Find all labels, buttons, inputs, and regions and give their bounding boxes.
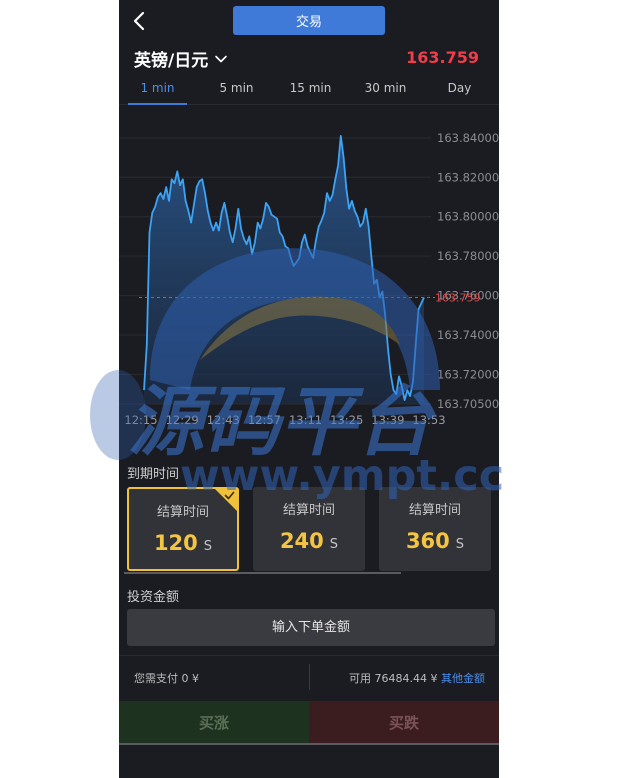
expiry-option-120[interactable]: 结算时间 120 S	[127, 487, 239, 571]
expiry-option-title: 结算时间	[282, 503, 335, 518]
timeframe-tabs: 1 min 5 min 15 min 30 min Day	[119, 78, 499, 105]
x-tick-label: 12:29	[166, 413, 199, 427]
divider	[119, 655, 499, 656]
expiry-option-360[interactable]: 结算时间 360 S	[379, 487, 491, 571]
current-price: 163.759	[406, 48, 479, 67]
currency-pair-label: 英镑/日元	[134, 51, 209, 71]
expiry-option-value: 120 S	[129, 531, 237, 555]
expiry-unit: S	[203, 539, 213, 554]
amount-label: 投资金额	[127, 590, 180, 605]
price-area	[144, 135, 424, 404]
need-pay-label: 您需支付	[134, 672, 178, 685]
y-tick-label: 163.78000	[437, 249, 499, 263]
available-value: 76484.44	[374, 672, 428, 685]
price-chart-svg: 163.84000 163.82000 163.80000 163.78000 163.…	[119, 131, 499, 427]
need-pay-currency: ¥	[192, 672, 199, 685]
tab-5-min[interactable]: 5 min	[207, 81, 266, 95]
x-axis-labels: 12:15 12:29 12:43 12:57 13:11 13:25 13:39 13:53	[124, 413, 445, 427]
y-tick-label: 163.70500	[437, 397, 499, 411]
check-icon	[224, 491, 235, 500]
current-price-label: 163.759	[435, 292, 481, 305]
available-label: 可用	[349, 672, 371, 685]
expiry-seconds: 240	[279, 529, 324, 553]
bottom-divider	[119, 743, 499, 745]
other-amount-link[interactable]: 其他金额	[441, 672, 485, 685]
currency-pair-selector[interactable]: 英镑/日元	[134, 46, 228, 71]
trading-screen: 交易 英镑/日元 163.759 1 min 5 min 15 min 30 m…	[119, 0, 499, 778]
trade-tab[interactable]: 交易	[233, 6, 385, 35]
x-tick-label: 12:43	[207, 413, 240, 427]
expiry-option-240[interactable]: 结算时间 240 S	[253, 487, 365, 571]
amount-input[interactable]	[127, 609, 495, 646]
need-pay-value: 0	[181, 672, 189, 685]
y-tick-label: 163.72000	[437, 367, 499, 381]
x-tick-label: 13:39	[371, 413, 404, 427]
chevron-down-icon	[215, 55, 228, 62]
x-tick-label: 13:11	[289, 413, 322, 427]
horizontal-scrollbar[interactable]	[124, 572, 401, 574]
expiry-seconds: 120	[153, 531, 198, 555]
tab-15-min[interactable]: 15 min	[281, 81, 340, 95]
x-tick-label: 12:57	[248, 413, 281, 427]
need-pay-info: 您需支付 0 ¥	[134, 670, 199, 686]
expiry-option-value: 240 S	[253, 529, 365, 553]
expiry-label: 到期时间	[127, 467, 180, 482]
available-currency: ¥	[430, 672, 438, 685]
buy-down-button[interactable]: 买跌	[309, 701, 499, 743]
tab-1-min[interactable]: 1 min	[128, 81, 187, 95]
y-tick-label: 163.80000	[437, 210, 499, 224]
x-tick-label: 12:15	[124, 413, 157, 427]
price-chart[interactable]: 163.84000 163.82000 163.80000 163.78000 163.…	[119, 106, 499, 456]
x-tick-label: 13:53	[412, 413, 445, 427]
expiry-unit: S	[455, 537, 465, 552]
expiry-option-value: 360 S	[379, 529, 491, 553]
vertical-separator	[309, 664, 310, 690]
expiry-seconds: 360	[405, 529, 450, 553]
y-tick-label: 163.82000	[437, 170, 499, 184]
y-tick-label: 163.74000	[437, 328, 499, 342]
buy-up-button[interactable]: 买涨	[119, 701, 309, 743]
expiry-option-title: 结算时间	[408, 503, 461, 518]
expiry-unit: S	[329, 537, 339, 552]
back-arrow-icon[interactable]	[129, 10, 151, 32]
x-tick-label: 13:25	[330, 413, 363, 427]
active-tab-underline	[128, 103, 187, 105]
y-axis-labels: 163.84000 163.82000 163.80000 163.78000 163.…	[437, 131, 499, 411]
tab-day[interactable]: Day	[430, 81, 489, 95]
y-tick-label: 163.84000	[437, 131, 499, 145]
available-balance-info: 可用 76484.44 ¥ 其他金额	[349, 670, 485, 686]
tab-30-min[interactable]: 30 min	[356, 81, 415, 95]
